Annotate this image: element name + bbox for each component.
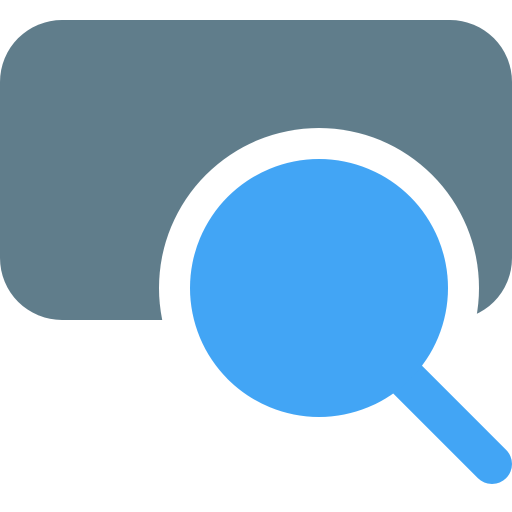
- magnifier-handle: [384, 356, 512, 484]
- search-window-svg: [0, 20, 512, 484]
- magnifier-lens: [190, 159, 448, 417]
- search-window-icon: [0, 0, 512, 512]
